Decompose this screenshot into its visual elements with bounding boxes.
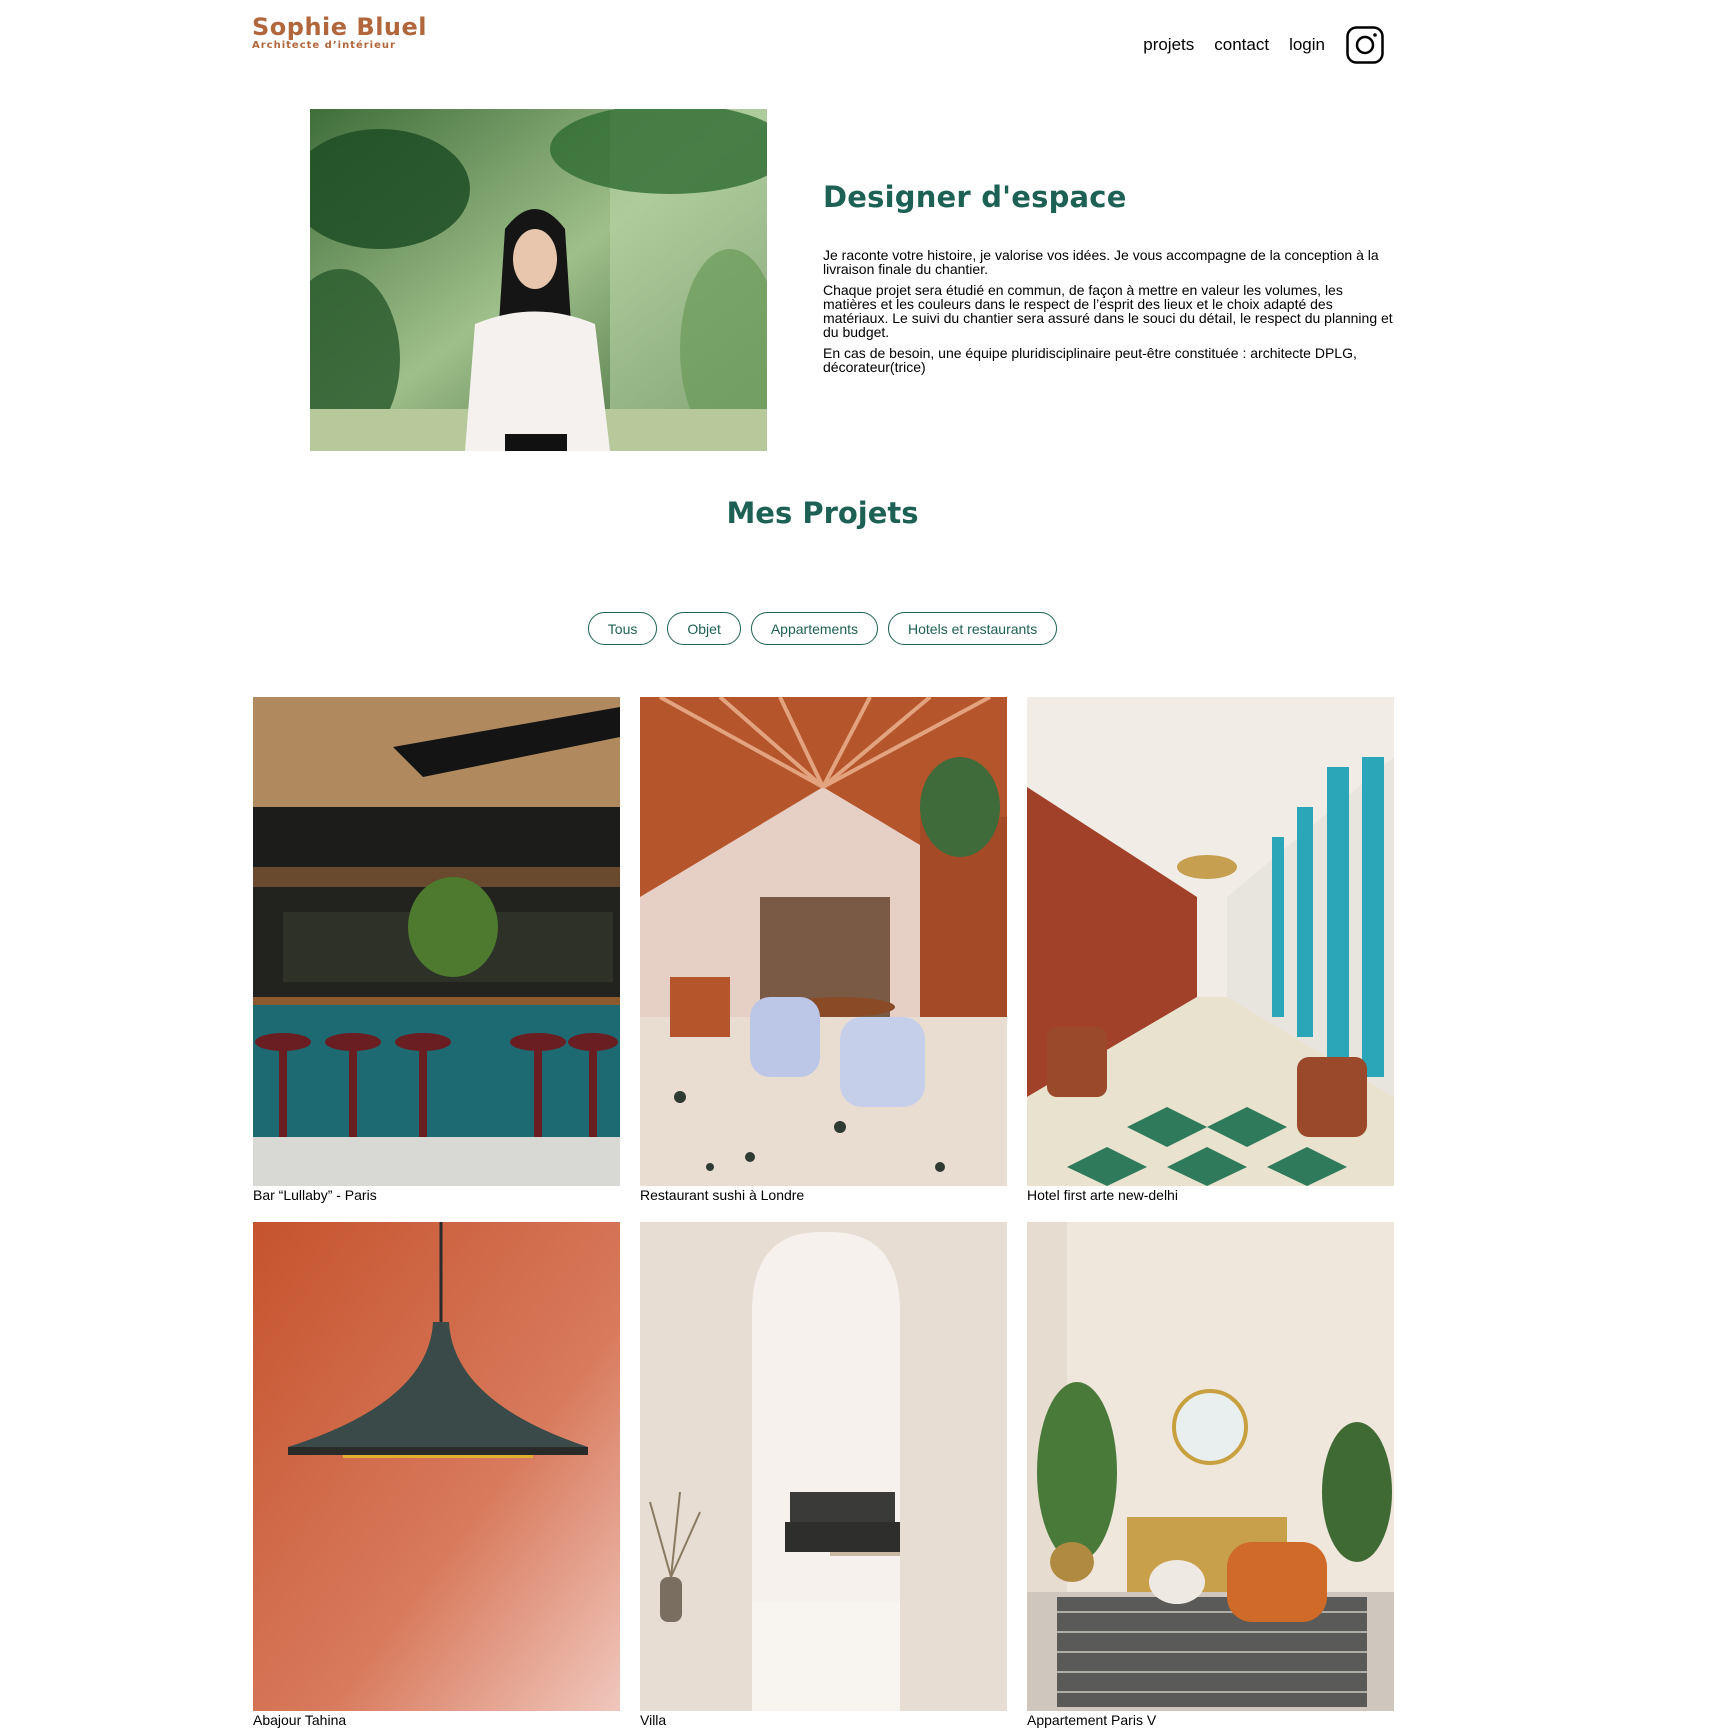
filter-bar: Tous Objet Appartements Hotels et restau… bbox=[0, 612, 1645, 645]
project-image bbox=[640, 1222, 1007, 1711]
gallery-item[interactable]: Restaurant sushi à Londre bbox=[640, 697, 1007, 1204]
project-caption: Restaurant sushi à Londre bbox=[640, 1187, 805, 1203]
project-image bbox=[253, 697, 620, 1186]
project-image bbox=[253, 1222, 620, 1711]
nav-login[interactable]: login bbox=[1289, 35, 1325, 55]
logo-subtitle: Architecte d’intérieur bbox=[252, 40, 396, 51]
gallery-item[interactable]: Bar “Lullaby” - Paris bbox=[253, 697, 620, 1204]
main-nav: projets contact login bbox=[1123, 26, 1384, 64]
intro-paragraph: Je raconte votre histoire, je valorise v… bbox=[823, 247, 1379, 277]
gallery-item[interactable]: Appartement Paris V bbox=[1027, 1222, 1394, 1729]
filter-appartements[interactable]: Appartements bbox=[750, 612, 879, 645]
filter-hotels-restaurants[interactable]: Hotels et restaurants bbox=[888, 612, 1058, 645]
logo[interactable]: Sophie Bluel Architecte d’intérieur bbox=[252, 14, 427, 52]
intro-title: Designer d'espace bbox=[823, 180, 1127, 214]
gallery-item[interactable]: Abajour Tahina bbox=[253, 1222, 620, 1729]
project-image bbox=[1027, 697, 1394, 1186]
projects-title: Mes Projets bbox=[726, 496, 919, 530]
project-image bbox=[640, 697, 1007, 1186]
intro-section: Designer d'espace Je raconte votre histo… bbox=[823, 180, 1393, 381]
gallery-item[interactable]: Hotel first arte new-delhi bbox=[1027, 697, 1394, 1204]
gallery-item[interactable]: Villa bbox=[640, 1222, 1007, 1729]
instagram-icon[interactable] bbox=[1346, 26, 1384, 64]
project-caption: Appartement Paris V bbox=[1027, 1712, 1157, 1728]
project-caption: Bar “Lullaby” - Paris bbox=[253, 1187, 377, 1203]
nav-projets[interactable]: projets bbox=[1143, 35, 1194, 55]
project-caption: Villa bbox=[640, 1712, 667, 1728]
nav-contact[interactable]: contact bbox=[1214, 35, 1269, 55]
project-caption: Hotel first arte new-delhi bbox=[1027, 1187, 1178, 1203]
project-image bbox=[1027, 1222, 1394, 1711]
portrait-photo bbox=[310, 109, 767, 451]
page: Sophie Bluel Architecte d’intérieur proj… bbox=[0, 0, 1729, 1729]
filter-objet[interactable]: Objet bbox=[667, 612, 741, 645]
project-caption: Abajour Tahina bbox=[253, 1712, 347, 1728]
intro-paragraph: Chaque projet sera étudié en commun, de … bbox=[823, 282, 1393, 340]
logo-name: Sophie Bluel bbox=[252, 13, 428, 41]
filter-tous[interactable]: Tous bbox=[587, 612, 658, 645]
intro-paragraph: En cas de besoin, une équipe pluridiscip… bbox=[823, 345, 1357, 375]
